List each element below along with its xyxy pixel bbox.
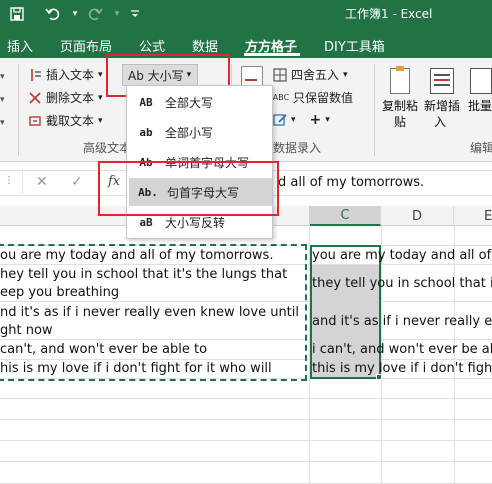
menu-item-all-lower[interactable]: ab 全部小写 (127, 118, 272, 146)
tab-page-layout[interactable]: 页面布局 (60, 36, 112, 55)
cell-text[interactable]: i can't, and won't ever be able to (312, 341, 492, 359)
column-divider (309, 206, 310, 226)
data-entry-group-label: 数据录入 (273, 141, 322, 155)
case-upper-icon: AB (139, 95, 153, 109)
round-icon (273, 67, 287, 82)
cell-text[interactable]: can't, and won't ever be able to (0, 341, 207, 359)
table-insert-icon (430, 68, 454, 94)
clipboard-icon (390, 66, 410, 94)
cell-text[interactable]: they tell you in school that it's the lu (312, 275, 492, 293)
table-row (0, 399, 492, 420)
overflow-dropdown-icon[interactable]: ▾ (0, 118, 5, 128)
tab-data[interactable]: 数据 (192, 36, 218, 55)
redo-icon[interactable] (86, 5, 104, 23)
formula-input[interactable]: d all of my tomorrows. (278, 174, 424, 192)
cell-text[interactable]: nd it's as if i never really even knew l… (0, 304, 299, 322)
more-icon[interactable]: ⋮ (4, 175, 14, 186)
data-entry-extra[interactable]: ▾ + ▾ (273, 112, 330, 128)
column-header-d[interactable]: D (381, 206, 454, 226)
batch-icon (470, 68, 492, 94)
divider (22, 172, 23, 194)
table-row (0, 462, 492, 484)
edit-icon (273, 113, 287, 127)
chevron-down-icon: ▾ (325, 115, 330, 125)
keep-values-button[interactable]: ABC 只保留数值 (273, 89, 353, 106)
batch-button[interactable]: 批量 (468, 66, 492, 124)
insert-text-button[interactable]: 插入文本 ▾ (28, 66, 103, 83)
tab-insert[interactable]: 插入 (7, 36, 33, 55)
title-bar: ▾ ▾ 工作簿1 - Excel (0, 0, 492, 28)
extract-text-button[interactable]: 截取文本 ▾ (28, 112, 103, 129)
delete-text-icon (28, 91, 42, 105)
cell-text[interactable]: and it's as if i never really even knew (312, 313, 492, 331)
overflow-dropdown-icon[interactable]: ▾ (0, 95, 5, 105)
new-insert-button[interactable]: 新增插 入 (424, 66, 464, 129)
tab-diy-toolbox[interactable]: DIY工具箱 (324, 36, 385, 55)
chevron-down-icon: ▾ (343, 69, 348, 80)
cell-text[interactable]: ou are my today and all of my tomorrows. (0, 247, 273, 265)
column-c-text: you are my today and all of my tomorr th… (312, 226, 492, 386)
confirm-icon[interactable]: ✓ (71, 174, 83, 190)
active-tab-indicator (244, 53, 300, 56)
delete-text-button[interactable]: 删除文本 ▾ (28, 89, 103, 106)
menu-item-all-upper[interactable]: AB 全部大写 (127, 88, 272, 116)
fill-handle[interactable] (376, 374, 382, 380)
edit-group-label: 编辑 (470, 141, 492, 155)
case-lower-icon: ab (139, 125, 153, 139)
plus-icon[interactable]: + (310, 112, 322, 128)
redo-dropdown-icon[interactable]: ▾ (108, 5, 126, 23)
undo-icon[interactable] (44, 5, 62, 23)
menu-item-highlight (98, 161, 279, 216)
customize-quick-access-icon[interactable] (126, 5, 144, 23)
column-header-c[interactable]: C (310, 206, 381, 226)
undo-dropdown-icon[interactable]: ▾ (66, 5, 84, 23)
extract-text-icon (28, 114, 42, 128)
save-icon[interactable] (8, 5, 26, 23)
chevron-down-icon: ▾ (98, 92, 103, 103)
column-header-e[interactable]: E (454, 206, 492, 226)
advanced-text-group-label: 高级文本 (83, 141, 132, 155)
table-row (0, 420, 492, 441)
cancel-icon[interactable]: ✕ (36, 174, 48, 190)
cell-text[interactable]: eep you breathing (0, 284, 119, 302)
cell-text[interactable]: this is my love if i don't fight for it … (312, 360, 492, 378)
round-button[interactable]: 四舍五入 ▾ (273, 66, 348, 83)
copy-paste-button[interactable]: 复制粘 贴 (382, 66, 418, 129)
chevron-down-icon: ▾ (98, 115, 103, 126)
window-title: 工作簿1 - Excel (345, 7, 433, 21)
insert-text-icon (28, 68, 42, 82)
table-row (0, 441, 492, 462)
abc-icon: ABC (272, 93, 290, 102)
tab-formulas[interactable]: 公式 (139, 36, 165, 55)
group-separator (374, 64, 375, 156)
group-separator (18, 64, 19, 156)
overflow-dropdown-icon[interactable]: ▾ (0, 72, 5, 82)
cell-text[interactable]: ght now (0, 322, 53, 340)
case-toggle-icon: aB (139, 215, 153, 229)
cell-text[interactable]: hey tell you in school that it's the lun… (0, 266, 287, 284)
chevron-down-icon: ▾ (98, 69, 103, 80)
cell-text[interactable]: his is my love if i don't fight for it w… (0, 360, 272, 378)
chevron-down-icon: ▾ (291, 115, 296, 125)
cell-text[interactable]: you are my today and all of my tomorr (312, 247, 492, 265)
